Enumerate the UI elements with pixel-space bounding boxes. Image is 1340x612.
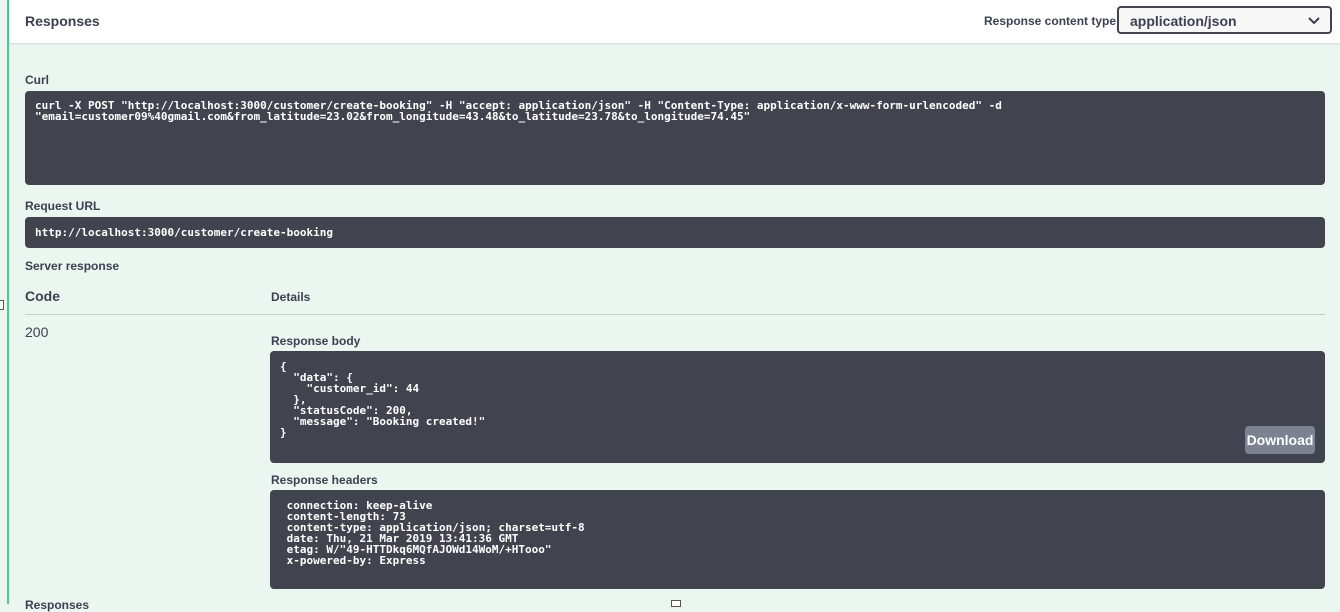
content-type-value: application/json bbox=[1130, 13, 1237, 29]
curl-label: Curl bbox=[25, 73, 49, 87]
curl-command-box[interactable]: curl -X POST "http://localhost:3000/cust… bbox=[25, 91, 1325, 185]
responses-header: Responses Response content type applicat… bbox=[9, 0, 1340, 43]
chevron-down-icon bbox=[1308, 17, 1320, 25]
server-response-label: Server response bbox=[25, 259, 120, 273]
response-body-box[interactable]: { "data": { "customer_id": 44 }, "status… bbox=[270, 351, 1325, 463]
resize-handle-left[interactable] bbox=[0, 300, 4, 310]
response-code: 200 bbox=[25, 324, 49, 340]
responses-title: Responses bbox=[25, 13, 100, 29]
response-content-type-select[interactable]: application/json bbox=[1117, 6, 1332, 34]
response-headers-label: Response headers bbox=[271, 473, 378, 487]
table-divider bbox=[25, 314, 1325, 315]
operation-border bbox=[7, 0, 9, 604]
request-url-label: Request URL bbox=[25, 199, 101, 213]
details-column-header: Details bbox=[271, 290, 311, 304]
download-button[interactable]: Download bbox=[1245, 426, 1315, 454]
response-body-label: Response body bbox=[271, 334, 361, 348]
response-content-type-label: Response content type bbox=[984, 14, 1117, 28]
code-column-header: Code bbox=[25, 288, 60, 304]
response-headers-box[interactable]: connection: keep-alive content-length: 7… bbox=[270, 490, 1325, 589]
next-responses-title: Responses bbox=[25, 598, 90, 612]
request-url-box[interactable]: http://localhost:3000/customer/create-bo… bbox=[25, 217, 1325, 248]
